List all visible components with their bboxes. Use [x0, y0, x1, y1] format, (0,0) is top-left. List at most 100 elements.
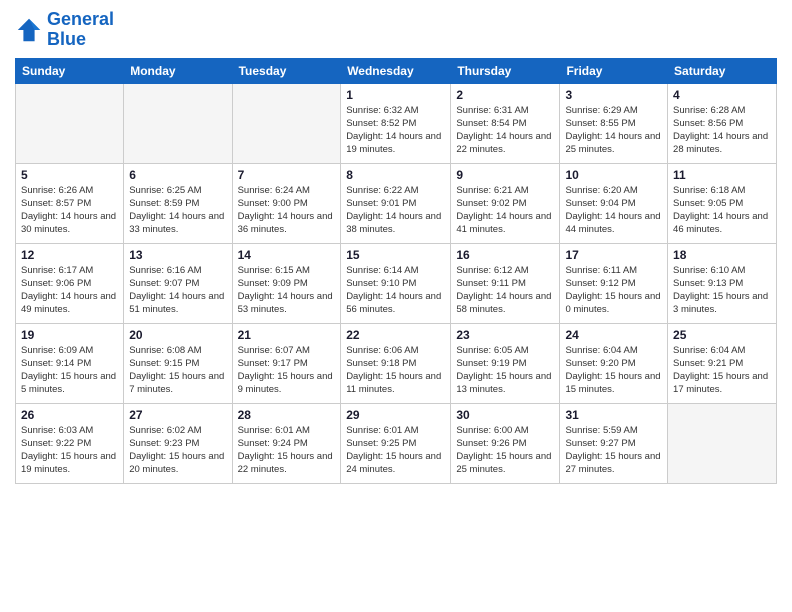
day-number: 22 — [346, 328, 445, 342]
day-info: Sunrise: 6:17 AM Sunset: 9:06 PM Dayligh… — [21, 264, 118, 317]
day-number: 24 — [565, 328, 662, 342]
day-number: 30 — [456, 408, 554, 422]
calendar-day-cell: 28 Sunrise: 6:01 AM Sunset: 9:24 PM Dayli… — [232, 403, 341, 483]
calendar-day-cell: 9 Sunrise: 6:21 AM Sunset: 9:02 PM Daylig… — [451, 163, 560, 243]
calendar-day-cell: 4 Sunrise: 6:28 AM Sunset: 8:56 PM Daylig… — [668, 83, 777, 163]
day-info: Sunrise: 6:03 AM Sunset: 9:22 PM Dayligh… — [21, 424, 118, 477]
calendar-day-cell: 21 Sunrise: 6:07 AM Sunset: 9:17 PM Dayli… — [232, 323, 341, 403]
day-info: Sunrise: 6:25 AM Sunset: 8:59 PM Dayligh… — [129, 184, 226, 237]
day-info: Sunrise: 6:26 AM Sunset: 8:57 PM Dayligh… — [21, 184, 118, 237]
day-number: 25 — [673, 328, 771, 342]
day-info: Sunrise: 6:32 AM Sunset: 8:52 PM Dayligh… — [346, 104, 445, 157]
day-number: 9 — [456, 168, 554, 182]
day-number: 7 — [238, 168, 336, 182]
day-number: 26 — [21, 408, 118, 422]
calendar-day-cell: 7 Sunrise: 6:24 AM Sunset: 9:00 PM Daylig… — [232, 163, 341, 243]
day-number: 6 — [129, 168, 226, 182]
day-info: Sunrise: 6:31 AM Sunset: 8:54 PM Dayligh… — [456, 104, 554, 157]
calendar-day-cell: 19 Sunrise: 6:09 AM Sunset: 9:14 PM Dayli… — [16, 323, 124, 403]
day-number: 15 — [346, 248, 445, 262]
day-number: 20 — [129, 328, 226, 342]
day-number: 19 — [21, 328, 118, 342]
calendar-day-cell: 11 Sunrise: 6:18 AM Sunset: 9:05 PM Dayli… — [668, 163, 777, 243]
day-info: Sunrise: 6:10 AM Sunset: 9:13 PM Dayligh… — [673, 264, 771, 317]
day-number: 2 — [456, 88, 554, 102]
logo-icon — [15, 16, 43, 44]
day-number: 5 — [21, 168, 118, 182]
calendar-week-row: 26 Sunrise: 6:03 AM Sunset: 9:22 PM Dayli… — [16, 403, 777, 483]
calendar-day-cell: 18Sunrise: 6:10 AM Sunset: 9:13 PM Dayli… — [668, 243, 777, 323]
day-info: Sunrise: 6:11 AM Sunset: 9:12 PM Dayligh… — [565, 264, 662, 317]
day-info: Sunrise: 6:28 AM Sunset: 8:56 PM Dayligh… — [673, 104, 771, 157]
day-number: 8 — [346, 168, 445, 182]
weekday-header: Sunday — [16, 58, 124, 83]
weekday-header: Wednesday — [341, 58, 451, 83]
calendar-day-cell — [16, 83, 124, 163]
calendar-day-cell: 17Sunrise: 6:11 AM Sunset: 9:12 PM Dayli… — [560, 243, 668, 323]
day-number: 12 — [21, 248, 118, 262]
day-info: Sunrise: 6:14 AM Sunset: 9:10 PM Dayligh… — [346, 264, 445, 317]
day-info: Sunrise: 6:06 AM Sunset: 9:18 PM Dayligh… — [346, 344, 445, 397]
day-number: 21 — [238, 328, 336, 342]
day-info: Sunrise: 6:04 AM Sunset: 9:21 PM Dayligh… — [673, 344, 771, 397]
calendar-day-cell: 8 Sunrise: 6:22 AM Sunset: 9:01 PM Daylig… — [341, 163, 451, 243]
day-number: 4 — [673, 88, 771, 102]
calendar-week-row: 1 Sunrise: 6:32 AM Sunset: 8:52 PM Daylig… — [16, 83, 777, 163]
day-info: Sunrise: 6:00 AM Sunset: 9:26 PM Dayligh… — [456, 424, 554, 477]
day-info: Sunrise: 6:01 AM Sunset: 9:24 PM Dayligh… — [238, 424, 336, 477]
day-info: Sunrise: 6:16 AM Sunset: 9:07 PM Dayligh… — [129, 264, 226, 317]
day-info: Sunrise: 6:02 AM Sunset: 9:23 PM Dayligh… — [129, 424, 226, 477]
day-info: Sunrise: 6:08 AM Sunset: 9:15 PM Dayligh… — [129, 344, 226, 397]
calendar-week-row: 5 Sunrise: 6:26 AM Sunset: 8:57 PM Daylig… — [16, 163, 777, 243]
calendar-day-cell: 14Sunrise: 6:15 AM Sunset: 9:09 PM Dayli… — [232, 243, 341, 323]
day-number: 16 — [456, 248, 554, 262]
day-info: Sunrise: 6:04 AM Sunset: 9:20 PM Dayligh… — [565, 344, 662, 397]
calendar-day-cell: 10 Sunrise: 6:20 AM Sunset: 9:04 PM Dayli… — [560, 163, 668, 243]
day-info: Sunrise: 6:05 AM Sunset: 9:19 PM Dayligh… — [456, 344, 554, 397]
day-number: 3 — [565, 88, 662, 102]
calendar-day-cell: 30 Sunrise: 6:00 AM Sunset: 9:26 PM Dayli… — [451, 403, 560, 483]
calendar-day-cell: 29Sunrise: 6:01 AM Sunset: 9:25 PM Dayli… — [341, 403, 451, 483]
day-info: Sunrise: 6:09 AM Sunset: 9:14 PM Dayligh… — [21, 344, 118, 397]
calendar-header-row: SundayMondayTuesdayWednesdayThursdayFrid… — [16, 58, 777, 83]
day-number: 28 — [238, 408, 336, 422]
calendar-day-cell — [124, 83, 232, 163]
day-number: 31 — [565, 408, 662, 422]
calendar-day-cell: 20 Sunrise: 6:08 AM Sunset: 9:15 PM Dayli… — [124, 323, 232, 403]
calendar-table: SundayMondayTuesdayWednesdayThursdayFrid… — [15, 58, 777, 484]
calendar-week-row: 19 Sunrise: 6:09 AM Sunset: 9:14 PM Dayli… — [16, 323, 777, 403]
day-number: 14 — [238, 248, 336, 262]
day-number: 13 — [129, 248, 226, 262]
calendar-day-cell: 31Sunrise: 5:59 AM Sunset: 9:27 PM Dayli… — [560, 403, 668, 483]
weekday-header: Monday — [124, 58, 232, 83]
calendar-day-cell: 12 Sunrise: 6:17 AM Sunset: 9:06 PM Dayli… — [16, 243, 124, 323]
day-info: Sunrise: 6:21 AM Sunset: 9:02 PM Dayligh… — [456, 184, 554, 237]
weekday-header: Thursday — [451, 58, 560, 83]
calendar-day-cell: 25 Sunrise: 6:04 AM Sunset: 9:21 PM Dayli… — [668, 323, 777, 403]
day-number: 27 — [129, 408, 226, 422]
calendar-day-cell: 24 Sunrise: 6:04 AM Sunset: 9:20 PM Dayli… — [560, 323, 668, 403]
day-info: Sunrise: 6:07 AM Sunset: 9:17 PM Dayligh… — [238, 344, 336, 397]
weekday-header: Friday — [560, 58, 668, 83]
weekday-header: Tuesday — [232, 58, 341, 83]
calendar-day-cell: 22 Sunrise: 6:06 AM Sunset: 9:18 PM Dayli… — [341, 323, 451, 403]
calendar-day-cell: 15 Sunrise: 6:14 AM Sunset: 9:10 PM Dayli… — [341, 243, 451, 323]
page-header: General Blue — [15, 10, 777, 50]
day-info: Sunrise: 6:12 AM Sunset: 9:11 PM Dayligh… — [456, 264, 554, 317]
calendar-day-cell: 16 Sunrise: 6:12 AM Sunset: 9:11 PM Dayli… — [451, 243, 560, 323]
day-info: Sunrise: 6:18 AM Sunset: 9:05 PM Dayligh… — [673, 184, 771, 237]
logo: General Blue — [15, 10, 114, 50]
logo-text: General Blue — [47, 10, 114, 50]
calendar-day-cell: 26 Sunrise: 6:03 AM Sunset: 9:22 PM Dayli… — [16, 403, 124, 483]
calendar-day-cell: 6 Sunrise: 6:25 AM Sunset: 8:59 PM Daylig… — [124, 163, 232, 243]
day-number: 11 — [673, 168, 771, 182]
calendar-day-cell: 1 Sunrise: 6:32 AM Sunset: 8:52 PM Daylig… — [341, 83, 451, 163]
day-info: Sunrise: 6:20 AM Sunset: 9:04 PM Dayligh… — [565, 184, 662, 237]
day-info: Sunrise: 6:29 AM Sunset: 8:55 PM Dayligh… — [565, 104, 662, 157]
day-number: 10 — [565, 168, 662, 182]
day-number: 1 — [346, 88, 445, 102]
day-info: Sunrise: 6:22 AM Sunset: 9:01 PM Dayligh… — [346, 184, 445, 237]
weekday-header: Saturday — [668, 58, 777, 83]
calendar-day-cell: 13 Sunrise: 6:16 AM Sunset: 9:07 PM Dayli… — [124, 243, 232, 323]
day-info: Sunrise: 6:24 AM Sunset: 9:00 PM Dayligh… — [238, 184, 336, 237]
